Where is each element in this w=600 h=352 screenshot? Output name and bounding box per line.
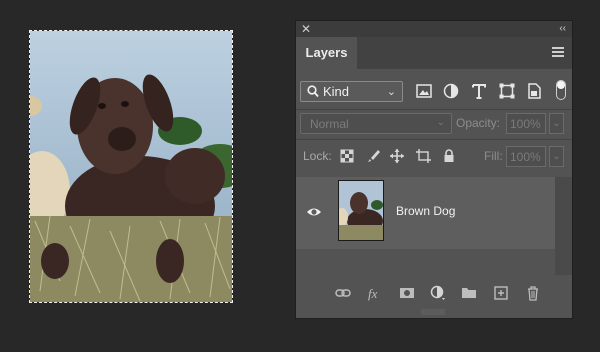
new-group-icon[interactable] (461, 285, 477, 301)
filter-toggle[interactable] (556, 80, 566, 100)
kind-label: Kind (323, 84, 350, 99)
tab-layers[interactable]: Layers (296, 37, 357, 69)
svg-text:fx: fx (368, 286, 378, 301)
layer-row[interactable]: Brown Dog (296, 177, 555, 249)
resize-grip-icon[interactable] (420, 309, 446, 315)
divider (296, 109, 572, 110)
fx-icon[interactable]: fx (367, 285, 383, 301)
fill-label: Fill: (484, 149, 503, 163)
new-layer-icon[interactable] (493, 285, 509, 301)
divider (296, 139, 572, 140)
smart-object-filter-icon[interactable] (525, 82, 543, 100)
close-icon[interactable]: ✕ (301, 21, 311, 37)
chevron-down-icon: ⌄ (386, 86, 396, 98)
canvas-photo[interactable] (29, 30, 233, 303)
lock-artboard-icon[interactable] (415, 148, 431, 164)
hamburger-menu-icon[interactable] (552, 47, 564, 57)
adjustment-layer-icon[interactable] (430, 285, 446, 301)
dog-photo (30, 31, 232, 302)
opacity-dropdown-button[interactable]: ⌄ (549, 113, 564, 134)
delete-icon[interactable] (525, 285, 541, 301)
chevron-down-icon: ⌄ (436, 117, 445, 128)
add-mask-icon[interactable] (399, 285, 415, 301)
lock-all-icon[interactable] (441, 148, 457, 164)
lock-row: Lock: Fill: 100% ⌄ (296, 146, 572, 168)
type-filter-icon[interactable] (470, 82, 488, 100)
blend-row: Normal ⌄ Opacity: 100% ⌄ (296, 113, 572, 135)
shape-filter-icon[interactable] (498, 82, 516, 100)
opacity-input[interactable]: 100% (506, 113, 546, 134)
lock-pixels-icon[interactable] (365, 148, 381, 164)
lock-label: Lock: (303, 149, 332, 163)
bottom-toolbar: fx (296, 277, 572, 307)
pixel-filter-icon[interactable] (415, 82, 433, 100)
panel-titlebar: ✕ ‹‹ (296, 21, 572, 37)
adjustment-filter-icon[interactable] (442, 82, 460, 100)
blend-mode-select[interactable]: Normal ⌄ (300, 113, 452, 134)
layer-name[interactable]: Brown Dog (396, 204, 455, 218)
blend-mode-value: Normal (310, 117, 349, 131)
filter-row: Kind ⌄ (296, 80, 572, 103)
visibility-eye-icon[interactable] (306, 206, 322, 218)
layer-list: Brown Dog (296, 177, 572, 275)
layers-panel: ✕ ‹‹ Layers Kind ⌄ Normal ⌄ Opacity: 100… (296, 21, 572, 318)
fill-dropdown-button[interactable]: ⌄ (549, 146, 564, 167)
lock-transparent-icon[interactable] (339, 148, 355, 164)
lock-position-icon[interactable] (389, 148, 405, 164)
opacity-label: Opacity: (456, 116, 501, 130)
layer-thumbnail (338, 180, 384, 241)
search-icon (307, 85, 319, 98)
kind-filter-select[interactable]: Kind ⌄ (300, 81, 403, 102)
scrollbar[interactable] (555, 177, 572, 275)
fill-input[interactable]: 100% (506, 146, 546, 167)
collapse-icon[interactable]: ‹‹ (559, 21, 566, 37)
tab-row: Layers (296, 37, 572, 69)
link-layers-icon[interactable] (335, 285, 351, 301)
